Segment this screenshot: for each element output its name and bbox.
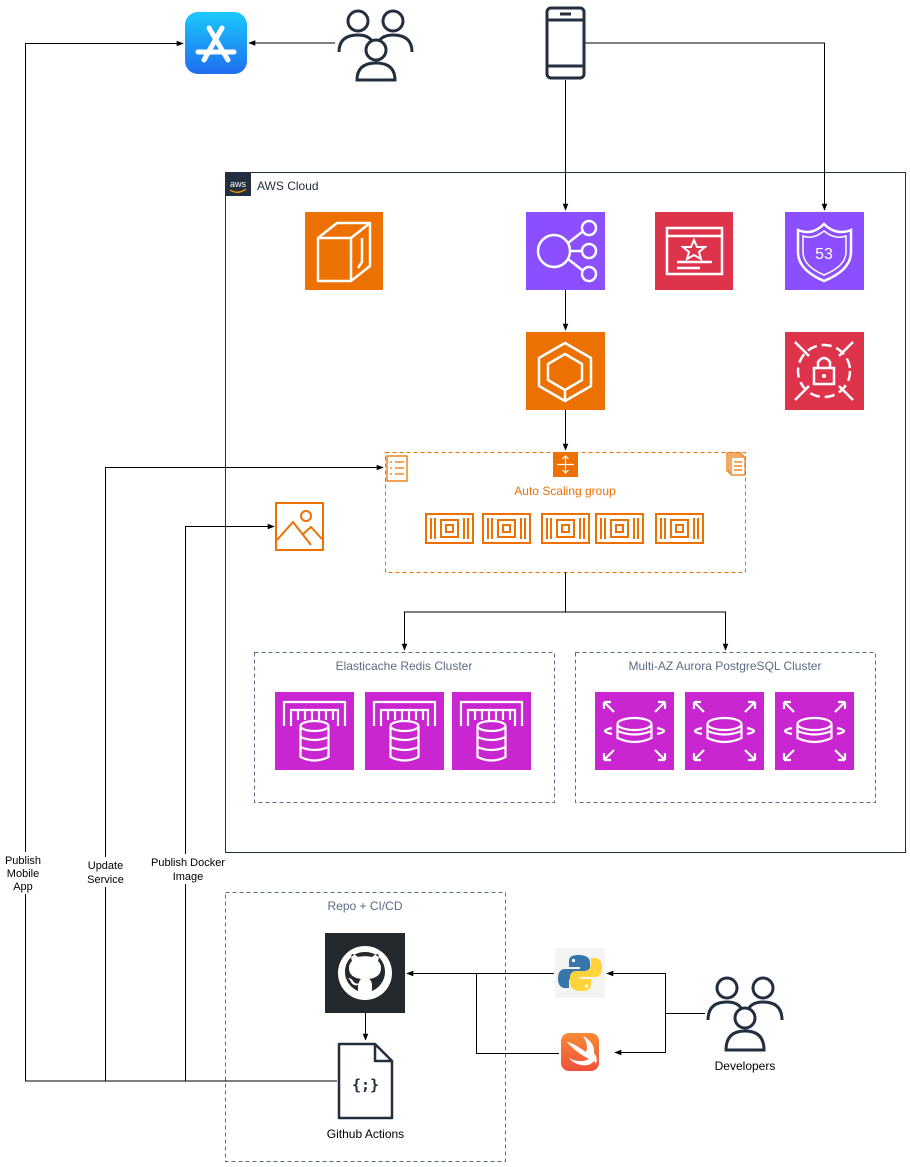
edge-developers-python — [606, 970, 666, 1014]
ec2-instance-icon[interactable] — [541, 513, 590, 544]
developers-icon — [706, 976, 784, 1052]
svg-text:{;}: {;} — [352, 1076, 379, 1094]
python-icon[interactable] — [555, 948, 605, 998]
edge-asg-aurora — [565, 611, 729, 651]
ec2-instances — [425, 513, 704, 544]
route53-icon[interactable]: 53 — [785, 212, 864, 290]
aurora-cluster-label: Multi-AZ Aurora PostgreSQL Cluster — [629, 659, 822, 673]
users-icon — [337, 9, 414, 82]
repo-cicd-label: Repo + CI/CD — [327, 899, 402, 913]
edge-phone-route53 — [585, 42, 828, 211]
redis-cluster-label: Elasticache Redis Cluster — [336, 659, 473, 673]
edge-swift-github — [476, 973, 559, 1054]
ec2-instance-icon[interactable] — [655, 513, 704, 544]
swift-icon[interactable] — [561, 1033, 599, 1071]
edge-label-publish-mobile-3: App — [13, 881, 33, 893]
elasticache-icon[interactable] — [275, 692, 354, 770]
aurora-icon[interactable] — [595, 692, 674, 770]
image-icon[interactable] — [275, 502, 324, 551]
lightsail-icon[interactable] — [305, 212, 383, 290]
architecture-diagram: aws AWS Cloud Auto Scaling group Elastic… — [2, 6, 906, 1162]
elasticache-nodes — [275, 692, 531, 770]
edge-developers-swift — [614, 1013, 666, 1056]
ec2-instance-icon[interactable] — [425, 513, 474, 544]
aurora-nodes — [595, 692, 854, 770]
edge-label-update-service-2: Service — [87, 874, 124, 886]
developers-label: Developers — [715, 1059, 776, 1073]
app-store-icon[interactable] — [185, 12, 247, 74]
edge-github-actions-out — [25, 894, 337, 1082]
edge-label-update-service-1: Update — [88, 860, 123, 872]
edge-label-publish-docker-1: Publish Docker — [151, 857, 225, 869]
edge-publish-mobile-app — [25, 40, 184, 852]
stack-icon — [726, 452, 746, 476]
auto-scaling-badge-icon — [553, 452, 578, 477]
elasticache-icon[interactable] — [452, 692, 531, 770]
edge-label-publish-mobile-2: Mobile — [7, 868, 39, 880]
aws-cloud-label: AWS Cloud — [257, 179, 319, 193]
aurora-icon[interactable] — [775, 692, 854, 770]
aurora-icon[interactable] — [685, 692, 764, 770]
ec2-instance-icon[interactable] — [482, 513, 531, 544]
certificate-manager-icon[interactable] — [655, 212, 733, 290]
list-icon — [386, 455, 408, 482]
edge-label-publish-mobile-1: Publish — [5, 855, 41, 867]
edge-publish-docker — [185, 523, 275, 855]
edge-label-publish-docker-2: Image — [173, 871, 204, 883]
elastic-load-balancer-icon[interactable] — [526, 212, 605, 290]
aws-logo-text: aws — [230, 179, 247, 189]
github-icon[interactable] — [325, 933, 405, 1013]
asg-label: Auto Scaling group — [514, 484, 616, 498]
connectors — [25, 40, 828, 1082]
route53-label: 53 — [815, 246, 833, 263]
mobile-phone-icon[interactable] — [545, 6, 586, 80]
shield-icon[interactable] — [785, 332, 864, 410]
ec2-instance-icon[interactable] — [595, 513, 644, 544]
ecs-icon[interactable] — [526, 332, 605, 410]
edge-asg-redis — [401, 572, 566, 651]
github-actions-label: Github Actions — [327, 1127, 404, 1141]
workflow-file-icon[interactable]: {;} — [337, 1042, 394, 1120]
elasticache-icon[interactable] — [365, 692, 444, 770]
